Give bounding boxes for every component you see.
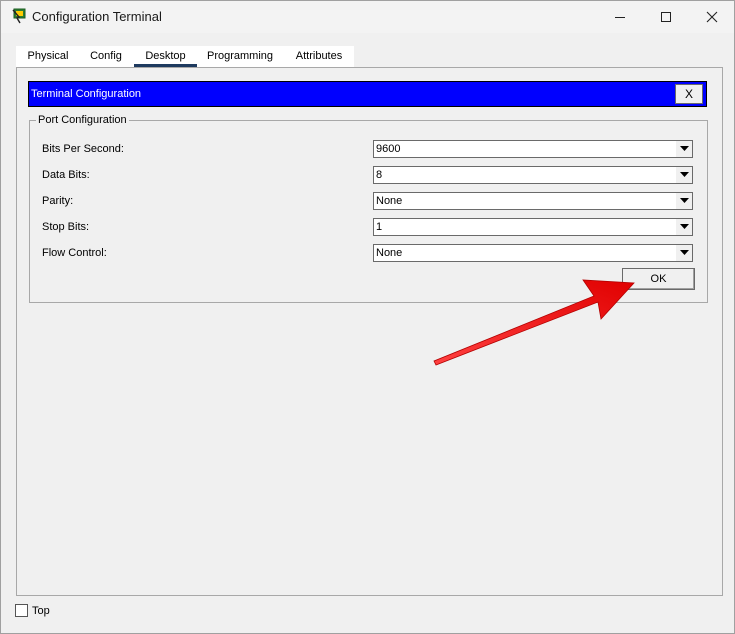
top-checkbox[interactable] [15,604,28,617]
stop-bits-label: Stop Bits: [42,221,90,233]
close-icon [706,11,718,23]
tab-bar: Physical Config Desktop Programming Attr… [16,46,354,67]
ok-button[interactable]: OK [622,268,695,290]
port-configuration-group: Port Configuration Bits Per Second: 9600… [29,114,708,303]
parity-select[interactable]: None [373,192,693,210]
maximize-icon [661,12,671,22]
port-configuration-legend: Port Configuration [36,114,129,126]
data-bits-select[interactable]: 8 [373,166,693,184]
dropdown-arrow-icon[interactable] [676,193,692,209]
parity-value: None [376,195,403,207]
data-bits-value: 8 [376,169,383,181]
packet-tracer-app-icon [11,8,27,24]
flow-control-label: Flow Control: [42,247,107,259]
data-bits-label: Data Bits: [42,169,90,181]
bits-per-second-label: Bits Per Second: [42,143,124,155]
close-app-button[interactable]: X [675,84,703,104]
stop-bits-value: 1 [376,221,383,233]
tab-config[interactable]: Config [81,46,131,67]
bits-per-second-select[interactable]: 9600 [373,140,693,158]
dropdown-arrow-icon[interactable] [676,167,692,183]
minimize-button[interactable] [597,1,643,33]
window-title: Configuration Terminal [32,9,162,24]
desktop-content-panel: Terminal Configuration X Port Configurat… [16,67,723,596]
tab-programming[interactable]: Programming [201,46,279,67]
tab-physical[interactable]: Physical [19,46,77,67]
tab-attributes[interactable]: Attributes [287,46,351,67]
flow-control-select[interactable]: None [373,244,693,262]
title-bar[interactable]: Configuration Terminal [1,1,734,33]
top-checkbox-label: Top [32,605,50,617]
maximize-button[interactable] [643,1,689,33]
flow-control-value: None [376,247,403,259]
close-window-button[interactable] [689,1,735,33]
minimize-icon [615,17,625,18]
dropdown-arrow-icon[interactable] [676,219,692,235]
tab-desktop[interactable]: Desktop [134,46,197,67]
dropdown-arrow-icon[interactable] [676,245,692,261]
terminal-config-header: Terminal Configuration X [28,81,707,107]
bits-per-second-value: 9600 [376,143,401,155]
stop-bits-select[interactable]: 1 [373,218,693,236]
parity-label: Parity: [42,195,74,207]
dropdown-arrow-icon[interactable] [676,141,692,157]
configuration-terminal-window: Configuration Terminal Physical Config D… [0,0,735,634]
terminal-config-title: Terminal Configuration [31,88,142,100]
